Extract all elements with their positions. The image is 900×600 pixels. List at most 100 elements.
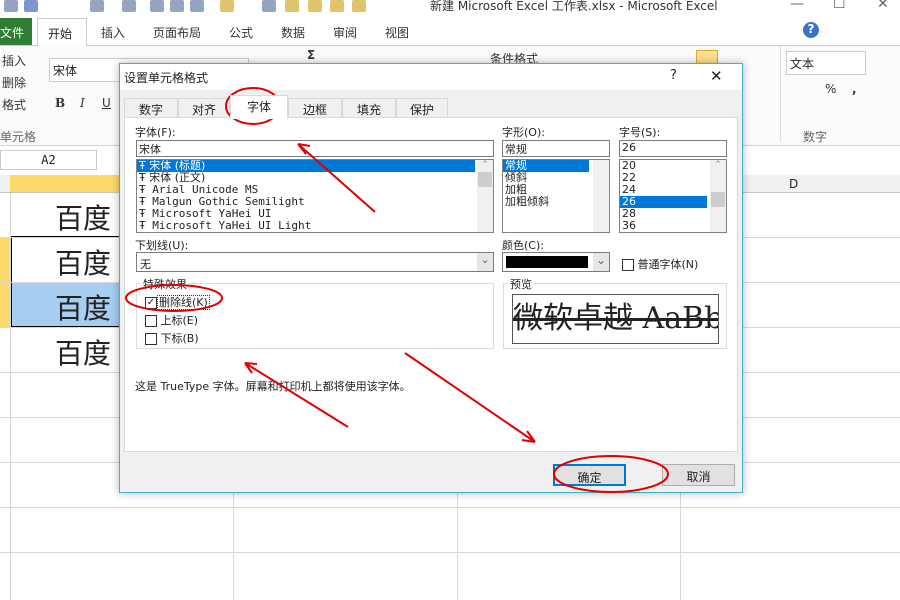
autosum-button[interactable]: Σ [307, 48, 315, 62]
window-title: 新建 Microsoft Excel 工作表.xlsx - Microsoft … [430, 0, 718, 13]
tab-fill[interactable]: 填充 [342, 98, 396, 118]
underline-select[interactable]: 无 ⌄ [136, 252, 494, 272]
checkbox-icon [622, 259, 634, 271]
gridline [0, 507, 900, 508]
font-tab-panel: 字体(F): 宋体 Ŧ 宋体 (标题) Ŧ 宋体 (正文) Ŧ Arial Un… [124, 117, 738, 452]
format-cells-dialog: 设置单元格格式 ? ✕ 数字 对齐 字体 边框 填充 保护 字体(F): 宋体 … [119, 63, 743, 493]
font-input[interactable]: 宋体 [136, 140, 494, 157]
number-group-label: 数字 [803, 130, 828, 144]
chevron-down-icon: ⌄ [593, 253, 609, 271]
save-icon[interactable] [4, 0, 18, 12]
name-box[interactable]: A2 [0, 150, 97, 170]
font-list-item[interactable]: Ŧ Microsoft YaHei UI Light [137, 220, 493, 232]
dialog-title-bar: 设置单元格格式 ? ✕ [120, 64, 742, 90]
tab-file[interactable]: 文件 [0, 18, 32, 45]
superscript-label: 上标(E) [160, 314, 199, 327]
toolbar-icon[interactable] [90, 0, 104, 12]
comma-button[interactable]: , [852, 82, 857, 96]
cancel-button[interactable]: 取消 [662, 464, 735, 486]
minimize-button[interactable]: — [790, 0, 804, 12]
superscript-checkbox[interactable]: 上标(E) [145, 312, 198, 328]
tab-formulas[interactable]: 公式 [229, 24, 253, 41]
title-bar: 新建 Microsoft Excel 工作表.xlsx - Microsoft … [0, 0, 900, 18]
undo-icon[interactable] [24, 0, 38, 12]
preview-label: 预览 [508, 276, 534, 292]
strikethrough-checkbox[interactable]: ✓ 删除线(K) [145, 294, 210, 310]
format-cells-button[interactable]: 格式 [2, 96, 26, 113]
toolbar-icon[interactable] [122, 0, 136, 12]
toolbar-icon[interactable] [352, 0, 366, 12]
checkbox-icon [145, 333, 157, 345]
dialog-close-button[interactable]: ✕ [710, 67, 723, 85]
gridline [10, 193, 11, 600]
tab-home[interactable]: 开始 [37, 18, 87, 46]
tab-review[interactable]: 审阅 [333, 24, 357, 41]
maximize-button[interactable]: ☐ [833, 0, 846, 12]
color-swatch [506, 256, 588, 268]
help-icon[interactable]: ? [803, 22, 819, 38]
size-list-scrollbar[interactable]: ⌃ [710, 160, 726, 232]
filter-icon[interactable] [262, 0, 276, 12]
color-select[interactable]: ⌄ [502, 252, 610, 272]
normal-font-label: 普通字体(N) [637, 258, 699, 271]
gridline [0, 552, 900, 553]
cell-a1[interactable]: 百度 [55, 197, 111, 237]
font-name-value: 宋体 [53, 64, 78, 78]
group-divider [780, 46, 781, 142]
tab-page-layout[interactable]: 页面布局 [153, 24, 201, 41]
tab-data[interactable]: 数据 [281, 24, 305, 41]
dialog-help-button[interactable]: ? [670, 68, 677, 83]
tab-font[interactable]: 字体 [230, 95, 288, 119]
delete-cells-button[interactable]: 删除 [2, 74, 26, 91]
cells-group-label: 单元格 [0, 130, 37, 144]
toolbar-icon[interactable] [330, 0, 344, 12]
font-list-scrollbar[interactable]: ⌃ [477, 160, 493, 232]
size-input[interactable]: 26 [619, 140, 727, 157]
checkbox-icon [145, 315, 157, 327]
underline-value: 无 [140, 258, 151, 271]
strikethrough-label: 删除线(K) [157, 295, 210, 310]
checkmark-icon: ✓ [145, 297, 157, 309]
column-header-d[interactable]: D [789, 177, 798, 191]
bold-button[interactable]: B [55, 96, 65, 110]
italic-button[interactable]: I [80, 96, 85, 110]
print-preview-icon[interactable] [170, 0, 184, 12]
number-format-value: 文本 [790, 57, 815, 71]
style-list-scrollbar[interactable] [593, 160, 609, 232]
cell-a4[interactable]: 百度 [55, 332, 111, 372]
font-list[interactable]: Ŧ 宋体 (标题) Ŧ 宋体 (正文) Ŧ Arial Unicode MS Ŧ… [136, 159, 494, 233]
style-input[interactable]: 常规 [502, 140, 610, 157]
underline-button[interactable]: U [102, 96, 111, 110]
ok-button[interactable]: 确定 [553, 464, 626, 486]
cell-a2[interactable]: 百度 [55, 242, 111, 282]
color-label: 颜色(C): [502, 239, 544, 252]
tab-alignment[interactable]: 对齐 [178, 98, 230, 118]
size-label: 字号(S): [619, 126, 661, 139]
dialog-title: 设置单元格格式 [124, 71, 209, 85]
style-label: 字形(O): [502, 126, 545, 139]
toolbar-icon[interactable] [308, 0, 322, 12]
cell-a3[interactable]: 百度 [55, 287, 111, 327]
underline-label: 下划线(U): [135, 239, 189, 252]
chevron-down-icon: ⌄ [477, 253, 493, 271]
format-painter-icon[interactable] [220, 0, 234, 12]
subscript-label: 下标(B) [160, 332, 199, 345]
subscript-checkbox[interactable]: 下标(B) [145, 330, 199, 346]
tab-insert[interactable]: 插入 [101, 24, 125, 41]
style-list[interactable]: 常规 倾斜 加粗 加粗倾斜 [502, 159, 610, 233]
percent-button[interactable]: % [825, 82, 836, 96]
font-label: 字体(F): [135, 126, 176, 139]
toolbar-icon[interactable] [150, 0, 164, 12]
insert-cells-button[interactable]: 插入 [2, 52, 26, 69]
normal-font-checkbox[interactable]: 普通字体(N) [622, 256, 698, 272]
tab-protection[interactable]: 保护 [396, 98, 448, 118]
tab-number[interactable]: 数字 [124, 98, 178, 118]
tab-border[interactable]: 边框 [288, 98, 342, 118]
toolbar-icon[interactable] [285, 0, 299, 12]
size-list[interactable]: 20 22 24 26 28 36 ⌃ [619, 159, 727, 233]
close-button[interactable]: ✕ [877, 0, 889, 12]
tab-view[interactable]: 视图 [385, 24, 409, 41]
table-icon[interactable] [190, 0, 204, 12]
number-format-select[interactable]: 文本 [786, 51, 866, 75]
preview-box: 微软卓越 AaBbCc [512, 294, 719, 344]
